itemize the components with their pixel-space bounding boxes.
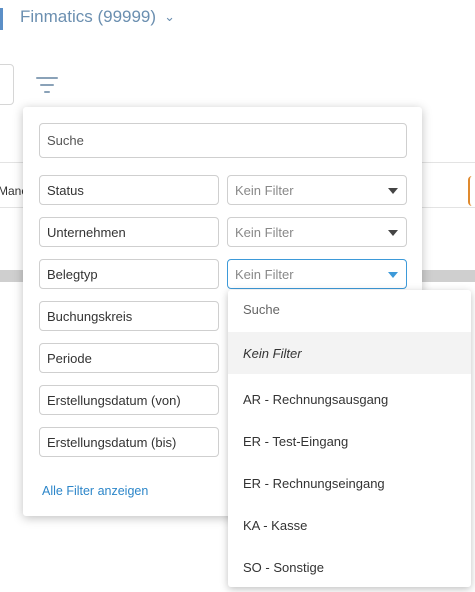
filter-label-buchungskreis: Buchungskreis: [39, 301, 219, 331]
belegtyp-filter-select[interactable]: Kein Filter: [227, 259, 407, 289]
status-filter-select[interactable]: Kein Filter: [227, 175, 407, 205]
select-value: Kein Filter: [235, 266, 294, 282]
filter-search-input[interactable]: Suche: [39, 123, 407, 158]
filter-label-text: Unternehmen: [47, 224, 126, 240]
show-all-filters-link[interactable]: Alle Filter anzeigen: [42, 484, 148, 498]
header-accent-bar: [0, 8, 3, 30]
background-search-input[interactable]: [0, 64, 14, 105]
dropdown-option-kein-filter[interactable]: Kein Filter: [228, 332, 471, 374]
unternehmen-filter-select[interactable]: Kein Filter: [227, 217, 407, 247]
dropdown-option-ka[interactable]: KA - Kasse: [228, 504, 471, 546]
filter-label-text: Erstellungsdatum (von): [47, 392, 181, 408]
select-value: Kein Filter: [235, 224, 294, 240]
filter-label-unternehmen: Unternehmen: [39, 217, 219, 247]
belegtyp-dropdown-list: Suche Kein Filter AR - Rechnungsausgang …: [228, 290, 471, 587]
company-selector[interactable]: Finmatics (99999) ⌄: [20, 7, 175, 27]
filter-label-erstellungsdatum-von: Erstellungsdatum (von): [39, 385, 219, 415]
filter-label-text: Belegtyp: [47, 266, 98, 282]
company-name: Finmatics (99999): [20, 7, 157, 26]
caret-down-icon: [388, 188, 398, 194]
select-value: Kein Filter: [235, 182, 294, 198]
dropdown-option-ar[interactable]: AR - Rechnungsausgang: [228, 378, 471, 420]
dropdown-search-input[interactable]: Suche: [243, 302, 280, 317]
dropdown-option-so[interactable]: SO - Sonstige: [228, 546, 471, 587]
filter-search-placeholder: Suche: [47, 133, 84, 148]
chevron-down-icon: ⌄: [164, 9, 175, 24]
filter-label-status: Status: [39, 175, 219, 205]
filter-label-text: Erstellungsdatum (bis): [47, 434, 177, 450]
filter-label-periode: Periode: [39, 343, 219, 373]
caret-down-icon: [388, 230, 398, 236]
filter-label-text: Buchungskreis: [47, 308, 133, 324]
filter-label-text: Status: [47, 182, 84, 198]
dropdown-option-er-test[interactable]: ER - Test-Eingang: [228, 420, 471, 462]
filter-label-erstellungsdatum-bis: Erstellungsdatum (bis): [39, 427, 219, 457]
status-indicator: [468, 176, 475, 206]
caret-down-icon: [388, 272, 398, 278]
dropdown-option-er-rechnung[interactable]: ER - Rechnungseingang: [228, 462, 471, 504]
filter-label-text: Periode: [47, 350, 92, 366]
filter-label-belegtyp: Belegtyp: [39, 259, 219, 289]
filter-icon[interactable]: [36, 76, 58, 94]
